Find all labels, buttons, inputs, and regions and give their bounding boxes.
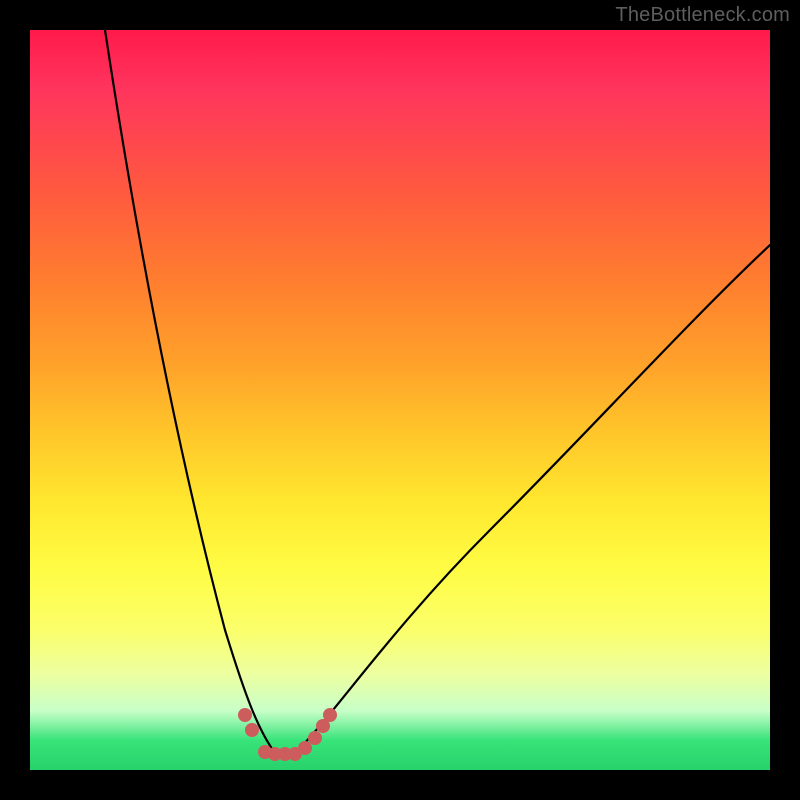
valley-marker	[245, 723, 259, 737]
valley-marker	[238, 708, 252, 722]
plot-area	[30, 30, 770, 770]
chart-frame: TheBottleneck.com	[0, 0, 800, 800]
curve-layer	[30, 30, 770, 770]
valley-marker	[323, 708, 337, 722]
watermark-text: TheBottleneck.com	[615, 4, 790, 27]
left-curve	[105, 30, 275, 753]
valley-marker	[308, 731, 322, 745]
valley-marker	[298, 741, 312, 755]
right-curve	[295, 245, 770, 753]
